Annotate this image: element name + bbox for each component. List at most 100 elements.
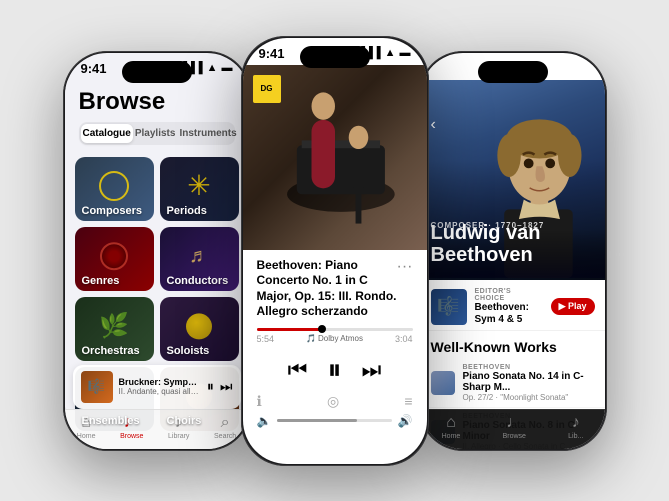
tab-instruments[interactable]: Instruments	[177, 124, 238, 143]
nav-library-label-3: Lib...	[568, 433, 583, 440]
grid-item-orchestras[interactable]: 🌿 Orchestras	[75, 297, 154, 361]
status-time-1: 9:41	[81, 61, 107, 76]
player-info: Beethoven: Piano Concerto No. 1 in C Maj…	[243, 250, 427, 324]
composer-name-hero: Ludwig van Beethoven	[431, 222, 541, 266]
battery-icon-2: ▬	[400, 47, 411, 59]
genres-label: Genres	[75, 271, 127, 291]
nav-library-label-1: Library	[168, 433, 189, 440]
work-sub-0: Op. 27/2 · "Moonlight Sonata"	[463, 393, 595, 402]
choirs-label: Choirs	[160, 411, 209, 431]
mini-title: Bruckner: Symphony No. 4 i...	[119, 377, 201, 387]
genres-icon	[100, 242, 128, 270]
back-button[interactable]: ‹	[431, 116, 436, 134]
transport-controls: ⏮ ⏸ ⏭	[243, 348, 427, 393]
nav-browse-3[interactable]: ♩ Browse	[503, 414, 526, 440]
nav-home-label-1: Home	[77, 433, 96, 440]
nav-search-label-1: Search	[214, 433, 236, 440]
pause-button[interactable]: ⏸	[327, 354, 341, 387]
time-current: 5:54	[257, 334, 275, 344]
composers-label: Composers	[75, 201, 150, 221]
volume-slider: 🔈 🔊	[243, 410, 427, 432]
dolby-label: Dolby Atmos	[318, 334, 363, 343]
conductors-label: Conductors	[160, 271, 236, 291]
battery-icon: ▬	[222, 62, 233, 74]
wifi-icon-3: ▲	[563, 62, 574, 74]
volume-bar[interactable]	[277, 419, 391, 422]
editors-choice-badge: EDITOR'S CHOICE	[475, 288, 543, 302]
grid-item-periods[interactable]: ✳ Periods	[160, 157, 239, 221]
nav-library-3[interactable]: ♪ Lib...	[568, 414, 583, 440]
grid-item-conductors[interactable]: ♬ Conductors	[160, 227, 239, 291]
dynamic-island-3	[478, 61, 548, 83]
volume-high-icon: 🔊	[398, 414, 413, 428]
album-art: DG	[243, 65, 427, 250]
wifi-icon-2: ▲	[385, 47, 396, 59]
mini-controls: ⏸ ⏭	[207, 378, 233, 395]
dolby-badge: 🎵 Dolby Atmos	[306, 334, 363, 344]
composers-icon	[99, 171, 129, 201]
now-playing-mini[interactable]: 🎼 Bruckner: Symphony No. 4 i... II. Anda…	[73, 365, 241, 409]
dynamic-island-2	[300, 46, 370, 68]
ec-title: Beethoven: Sym 4 & 5	[475, 302, 543, 326]
mini-pause-btn[interactable]: ⏸	[207, 378, 214, 395]
periods-icon: ✳	[187, 172, 210, 200]
conductors-icon: ♬	[189, 245, 209, 268]
grid-item-composers[interactable]: Composers	[75, 157, 154, 221]
more-button[interactable]: ···	[397, 258, 413, 276]
piano-svg	[243, 65, 427, 250]
work-composer-0: BEETHOVEN	[463, 364, 595, 371]
time-total: 3:04	[395, 334, 413, 344]
play-button[interactable]: ▶ Play	[551, 298, 595, 315]
extra-controls: ℹ ◎ ≡	[243, 393, 427, 410]
tab-playlists[interactable]: Playlists	[133, 124, 178, 143]
orchestras-label: Orchestras	[75, 341, 147, 361]
soloists-label: Soloists	[160, 341, 217, 361]
ec-info: EDITOR'S CHOICE Beethoven: Sym 4 & 5	[475, 288, 543, 326]
composer-hero: ‹ COMPOSER · 1770–1827 Ludwig van Beetho…	[421, 80, 605, 280]
dynamic-island	[122, 61, 192, 83]
tab-catalogue[interactable]: Catalogue	[81, 124, 133, 143]
browse-tabs: Catalogue Playlists Instruments	[79, 122, 235, 145]
info-button[interactable]: ℹ	[257, 393, 262, 410]
work-item-0[interactable]: BEETHOVEN Piano Sonata No. 14 in C-Sharp…	[421, 359, 605, 408]
grid-item-soloists[interactable]: Soloists	[160, 297, 239, 361]
search-icon: ⌕	[221, 414, 230, 432]
grid-item-genres[interactable]: Genres	[75, 227, 154, 291]
dolby-icon: 🎵	[306, 334, 316, 343]
browse-header: Browse Catalogue Playlists Instruments	[65, 80, 249, 151]
phone-player: 9:41 ▐▐▐ ▲ ▬ DG	[241, 36, 429, 466]
volume-fill	[277, 419, 357, 422]
airplay-button[interactable]: ◎	[327, 393, 339, 410]
work-title-0: Piano Sonata No. 14 in C-Sharp M...	[463, 371, 595, 393]
periods-label: Periods	[160, 201, 214, 221]
progress-bar[interactable]	[257, 328, 413, 331]
mini-subtitle: II. Andante, quasi allegretto (...	[119, 387, 201, 396]
progress-section: 5:54 🎵 Dolby Atmos 3:04	[243, 324, 427, 348]
composer-name-line1: Ludwig van	[431, 222, 541, 244]
browse-title: Browse	[79, 88, 235, 116]
browse-icon-3: ♩	[506, 414, 522, 432]
queue-button[interactable]: ≡	[404, 393, 412, 409]
mini-album-art: 🎼	[81, 371, 113, 403]
battery-icon-3: ▬	[578, 62, 589, 74]
work-thumbnail-0	[431, 371, 455, 395]
home-icon-3: ⌂	[446, 414, 456, 432]
mini-track-info: Bruckner: Symphony No. 4 i... II. Andant…	[119, 377, 201, 396]
phone-browse: 9:41 ▐▐▐ ▲ ▬ Browse Catalogue Playlists …	[63, 51, 251, 451]
track-title: Beethoven: Piano Concerto No. 1 in C Maj…	[257, 258, 397, 320]
mini-next-btn[interactable]: ⏭	[220, 378, 233, 395]
composer-name-line2: Beethoven	[431, 244, 541, 266]
nav-browse-label-1: Browse	[120, 433, 143, 440]
progress-fill	[257, 328, 323, 331]
bottom-nav-3: ⌂ Home ♩ Browse ♪ Lib...	[421, 409, 605, 449]
nav-home-3[interactable]: ⌂ Home	[442, 414, 461, 440]
nav-home-label-3: Home	[442, 433, 461, 440]
soloists-icon	[186, 313, 212, 339]
progress-dot	[318, 325, 326, 333]
fast-forward-button[interactable]: ⏭	[362, 357, 382, 383]
editors-choice-section: 🎼 EDITOR'S CHOICE Beethoven: Sym 4 & 5 ▶…	[421, 280, 605, 331]
well-known-section-title: Well-Known Works	[421, 331, 605, 359]
nav-search-1[interactable]: ⌕ Search	[214, 414, 236, 440]
ensembles-label: Ensembles	[75, 411, 147, 431]
rewind-button[interactable]: ⏮	[288, 357, 308, 383]
